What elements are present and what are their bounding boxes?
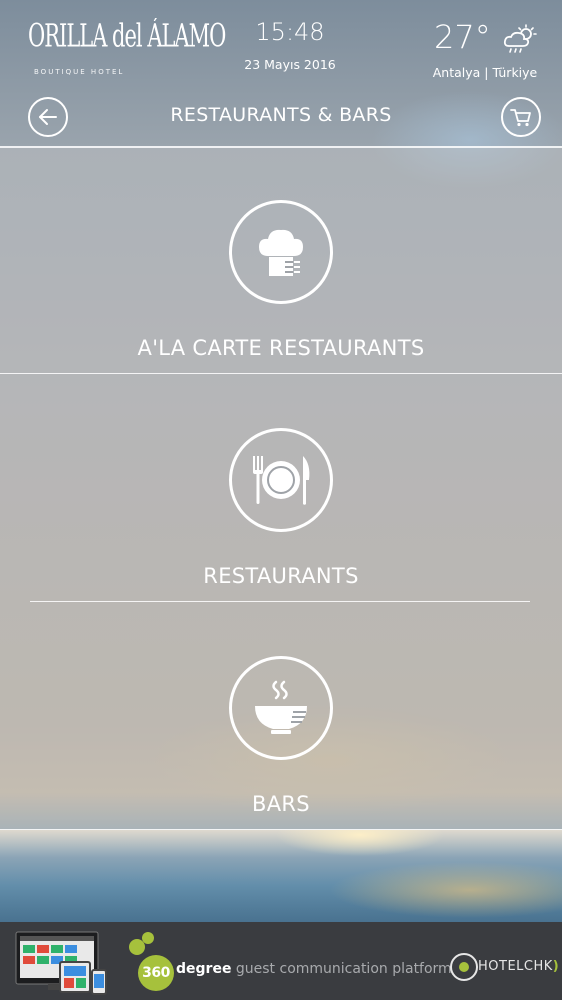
- weather-location: Antalya | Türkiye: [432, 65, 538, 80]
- brand-name: HOTELCHK: [478, 959, 553, 974]
- hotelchk-logo-dot: [459, 962, 469, 972]
- shopping-cart-icon: [510, 109, 531, 127]
- arrow-left-icon: [39, 109, 57, 125]
- category-a-la-carte-restaurants[interactable]: A'LA CARTE RESTAURANTS: [0, 148, 562, 376]
- temperature: 27°: [434, 18, 491, 56]
- category-restaurants[interactable]: RESTAURANTS: [0, 376, 562, 604]
- back-button[interactable]: [28, 97, 68, 137]
- hotelchk-brand: HOTELCHK): [478, 959, 559, 974]
- steaming-bowl-icon: [255, 680, 307, 734]
- footer-banner[interactable]: 360 degree guest communication platform …: [0, 922, 562, 1000]
- tagline-bold: degree: [176, 961, 232, 977]
- page-title: RESTAURANTS & BARS: [170, 104, 392, 126]
- category-icon-circle: [229, 656, 333, 760]
- 360-badge: 360: [138, 955, 174, 991]
- logo-subtitle: BOUTIQUE HOTEL: [34, 68, 125, 76]
- brand-suffix: ): [552, 959, 560, 974]
- category-divider: [30, 601, 530, 602]
- category-label: A'LA CARTE RESTAURANTS: [137, 336, 425, 360]
- sea-glare-image: [0, 830, 562, 922]
- devices-illustration: [15, 931, 107, 995]
- clock-time: 15:48: [255, 18, 325, 46]
- partly-cloudy-rain-icon: [503, 24, 537, 53]
- plate-cutlery-icon: [253, 456, 310, 505]
- category-divider: [0, 373, 562, 374]
- hotel-logo: ORILLA del ÁLAMO BOUTIQUE HOTEL: [28, 14, 226, 80]
- chef-hat-icon: [259, 229, 303, 276]
- logo-name: ORILLA del ÁLAMO: [28, 18, 226, 54]
- footer-tagline: degree guest communication platform: [176, 961, 452, 977]
- category-icon-circle: [229, 200, 333, 304]
- cart-button[interactable]: [501, 97, 541, 137]
- category-divider: [0, 829, 562, 830]
- category-bars[interactable]: BARS: [0, 604, 562, 832]
- clock-date: 23 Mayıs 2016: [244, 57, 336, 72]
- category-label: BARS: [252, 792, 310, 816]
- category-icon-circle: [229, 428, 333, 532]
- category-label: RESTAURANTS: [203, 564, 359, 588]
- tagline-rest: guest communication platform: [231, 961, 452, 977]
